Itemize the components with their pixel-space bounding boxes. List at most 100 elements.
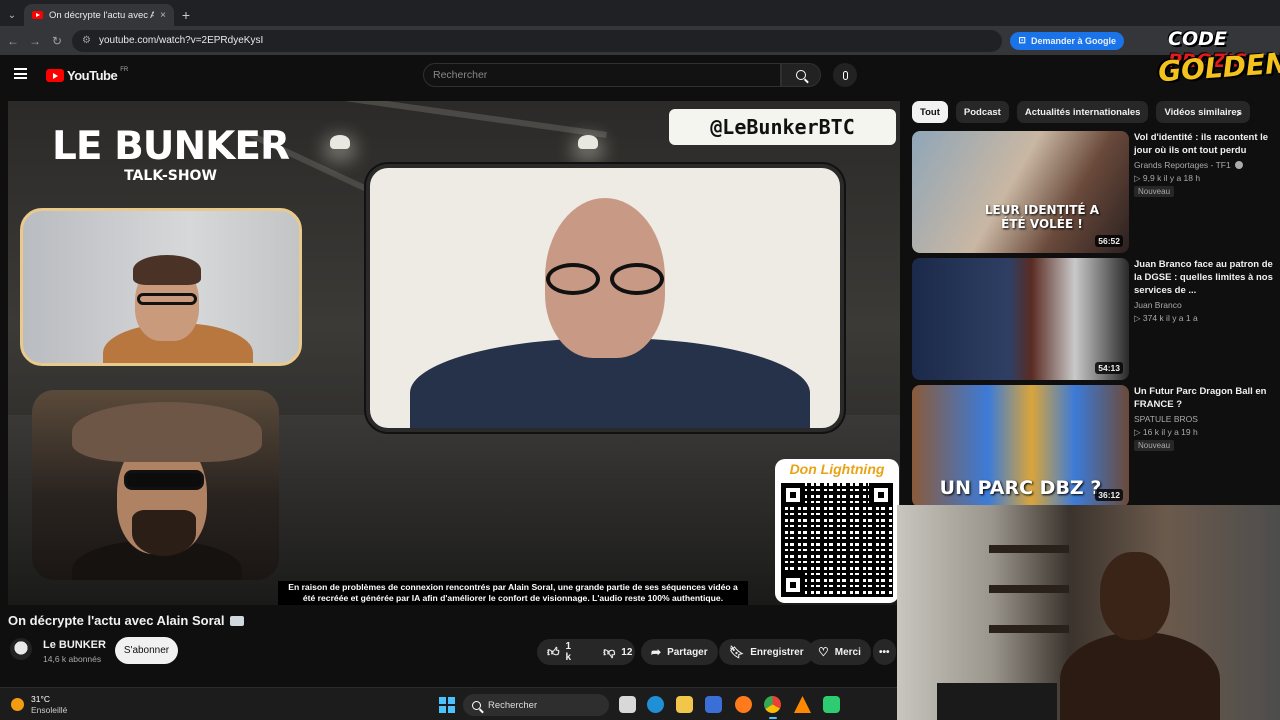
task-view-icon[interactable] — [619, 696, 636, 713]
browser-tab-bar: ⌄ On décrypte l'actu avec Alain S × + — [0, 0, 1280, 26]
shelf — [989, 625, 1069, 633]
shelf — [989, 545, 1069, 553]
like-count: 1 k — [565, 641, 572, 663]
recommendation-title[interactable]: Vol d'identité : ils racontent le jour o… — [1134, 131, 1274, 157]
save-button[interactable]: 🔖︎ Enregistrer — [719, 639, 814, 665]
thumb-down-icon: 👎︎ — [603, 644, 616, 659]
active-app-indicator — [769, 717, 777, 719]
thanks-button[interactable]: ♡ Merci — [808, 639, 871, 665]
sun-icon[interactable] — [11, 698, 24, 711]
url-field[interactable]: ⚙ youtube.com/watch?v=2EPRdyeKysI — [72, 29, 1003, 52]
qr-corner — [781, 573, 805, 597]
recommendation-title[interactable]: Un Futur Parc Dragon Ball en FRANCE ? — [1134, 385, 1274, 411]
dislike-button[interactable]: 👎︎ 12 — [593, 639, 642, 665]
weather-condition[interactable]: Ensoleillé — [31, 705, 67, 715]
youtube-play-icon — [46, 69, 64, 82]
qr-corner — [869, 483, 893, 507]
microphone-icon — [842, 70, 848, 80]
voice-search-button[interactable] — [833, 63, 857, 87]
search-button[interactable] — [781, 63, 821, 87]
like-button[interactable]: 👍︎ 1 k — [537, 639, 581, 665]
streamer-body — [1060, 632, 1220, 720]
video-duration: 56:52 — [1095, 235, 1123, 247]
taskbar-search[interactable]: Rechercher — [463, 694, 609, 716]
new-badge: Nouveau — [1134, 186, 1175, 197]
reload-icon[interactable]: ↻ — [50, 34, 64, 48]
youtube-favicon-icon — [32, 11, 43, 19]
channel-handle-banner: @LeBunkerBTC — [669, 109, 896, 145]
recommendation-item[interactable]: 54:13 Juan Branco face au patron de la D… — [912, 258, 1274, 380]
bookmark-icon: 🔖︎ — [729, 645, 745, 659]
channel-name-text: Grands Reportages - TF1 — [1134, 160, 1231, 170]
guest-1-glasses — [137, 293, 197, 305]
qr-code — [781, 483, 893, 597]
chrome-icon[interactable] — [764, 696, 781, 713]
recommendation-channel[interactable]: Grands Reportages - TF1 — [1134, 160, 1243, 170]
chevron-right-icon[interactable]: › — [1236, 104, 1241, 120]
back-arrow-icon[interactable]: ← — [6, 34, 20, 48]
store-icon[interactable] — [705, 696, 722, 713]
search-icon — [472, 700, 481, 710]
main-speaker-camera — [366, 164, 844, 432]
menu-icon[interactable] — [14, 68, 27, 79]
browser-tab[interactable]: On décrypte l'actu avec Alain S × — [24, 4, 174, 26]
taskbar-search-label: Rechercher — [488, 699, 538, 711]
site-info-icon[interactable]: ⚙ — [82, 35, 91, 46]
app-icon[interactable] — [823, 696, 840, 713]
chip-podcast[interactable]: Podcast — [955, 101, 1009, 123]
video-thumbnail[interactable]: UN PARC DBZ ? 36:12 — [912, 385, 1129, 507]
show-logo: LE BUNKER TALK-SHOW — [52, 126, 290, 185]
video-title-text: On décrypte l'actu avec Alain Soral — [8, 613, 225, 628]
tab-close-icon[interactable]: × — [160, 10, 166, 21]
qr-corner — [781, 483, 805, 507]
guest-2-beard — [132, 510, 196, 556]
channel-avatar[interactable] — [10, 638, 32, 660]
windows-start-icon[interactable] — [439, 697, 455, 713]
edge-icon[interactable] — [647, 696, 664, 713]
shelf — [989, 585, 1069, 593]
vlc-icon[interactable] — [794, 696, 811, 713]
youtube-logo[interactable]: YouTube FR — [46, 67, 128, 83]
filter-chips: Tout Podcast Actualités internationales … — [912, 101, 1250, 123]
firefox-icon[interactable] — [735, 696, 752, 713]
newspaper-emoji-icon — [230, 615, 245, 626]
share-label: Partager — [667, 646, 708, 658]
recommendation-item[interactable]: UN PARC DBZ ? 36:12 Un Futur Parc Dragon… — [912, 385, 1272, 507]
video-player[interactable]: LE BUNKER TALK-SHOW @LeBunkerBTC Don Lig… — [8, 101, 900, 605]
ask-google-button[interactable]: ⊡ Demander à Google — [1010, 31, 1124, 50]
recommendation-channel[interactable]: Juan Branco — [1134, 300, 1182, 310]
google-lens-icon: ⊡ — [1018, 35, 1026, 45]
thumbnail-caption: UN PARC DBZ ? — [939, 477, 1102, 499]
recommendation-channel[interactable]: SPATULE BROS — [1134, 414, 1198, 424]
subscriber-count: 14,6 k abonnés — [43, 654, 102, 664]
save-label: Enregistrer — [750, 646, 804, 658]
video-duration: 54:13 — [1095, 362, 1123, 374]
weather-temperature[interactable]: 31°C — [31, 694, 50, 704]
share-button[interactable]: ➦ Partager — [641, 639, 718, 665]
thumbnail-caption: LEUR IDENTITÉ A ÉTÉ VOLÉE ! — [984, 203, 1100, 231]
recommendation-stats: ▷ 374 k il y a 1 a — [1134, 313, 1198, 323]
recommendation-item[interactable]: LEUR IDENTITÉ A ÉTÉ VOLÉE ! 56:52 Vol d'… — [912, 131, 1272, 253]
video-thumbnail[interactable]: LEUR IDENTITÉ A ÉTÉ VOLÉE ! 56:52 — [912, 131, 1129, 253]
address-bar: ← → ↻ ⚙ youtube.com/watch?v=2EPRdyeKysI … — [0, 26, 1280, 55]
more-actions-button[interactable]: ••• — [873, 639, 896, 665]
ceiling-lamp — [330, 135, 350, 149]
channel-name[interactable]: Le BUNKER — [43, 639, 106, 651]
forward-arrow-icon[interactable]: → — [28, 34, 42, 48]
chip-international-news[interactable]: Actualités internationales — [1016, 101, 1149, 123]
qr-label: Don Lightning — [789, 461, 885, 477]
video-caption: En raison de problèmes de connexion renc… — [278, 581, 748, 605]
donation-qr-panel: Don Lightning — [775, 459, 899, 603]
thumb-up-icon: 👍︎ — [547, 644, 560, 659]
recommendation-stats: ▷ 9,9 k il y a 18 h — [1134, 173, 1201, 183]
video-thumbnail[interactable]: 54:13 — [912, 258, 1129, 380]
chip-all[interactable]: Tout — [912, 101, 948, 123]
new-tab-button[interactable]: + — [174, 4, 198, 26]
tab-title: On décrypte l'actu avec Alain S — [49, 9, 155, 21]
search-icon — [796, 70, 806, 80]
file-explorer-icon[interactable] — [676, 696, 693, 713]
subscribe-button[interactable]: S'abonner — [115, 637, 178, 664]
tab-search-menu-icon[interactable]: ⌄ — [0, 4, 24, 26]
search-input[interactable]: Rechercher — [423, 63, 781, 87]
recommendation-title[interactable]: Juan Branco face au patron de la DGSE : … — [1134, 258, 1274, 297]
